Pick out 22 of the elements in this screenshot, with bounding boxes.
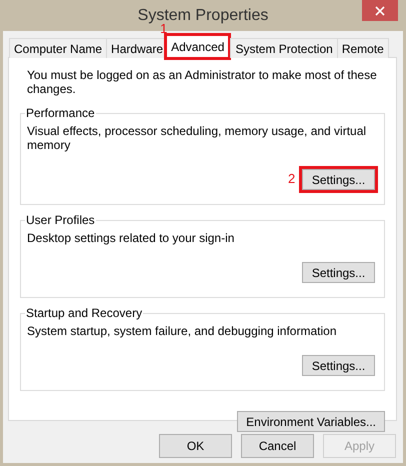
dialog-button[interactable]: OK (159, 434, 232, 458)
tab[interactable]: System Protection (230, 38, 338, 58)
close-button[interactable] (362, 0, 398, 21)
settings-button[interactable]: Settings... (302, 169, 375, 190)
group-description: Desktop settings related to your sign-in (27, 231, 236, 245)
step-number: 1 (160, 21, 168, 36)
environment-variables-button[interactable]: Environment Variables... (237, 411, 385, 432)
settings-button[interactable]: Settings... (302, 262, 375, 283)
dialog-button[interactable]: Cancel (241, 434, 314, 458)
settings-button[interactable]: Settings... (302, 355, 375, 376)
group-description: Visual effects, processor scheduling, memory usage, and virtual memory (27, 124, 368, 152)
window-title: System Properties (138, 6, 268, 24)
tab[interactable]: Computer Name (9, 38, 108, 58)
notice-text: You must be logged on as an Administrator to make most of these changes. (27, 68, 378, 96)
group-description: System startup, system failure, and debugging information (27, 324, 338, 338)
group-title: User Profiles (25, 213, 96, 227)
group-title: Performance (25, 106, 96, 120)
group-title: Startup and Recovery (25, 306, 144, 320)
close-icon (375, 6, 385, 16)
tab[interactable]: Advanced (166, 35, 230, 58)
step-number: 2 (288, 171, 296, 186)
tab[interactable]: Remote (336, 38, 389, 58)
